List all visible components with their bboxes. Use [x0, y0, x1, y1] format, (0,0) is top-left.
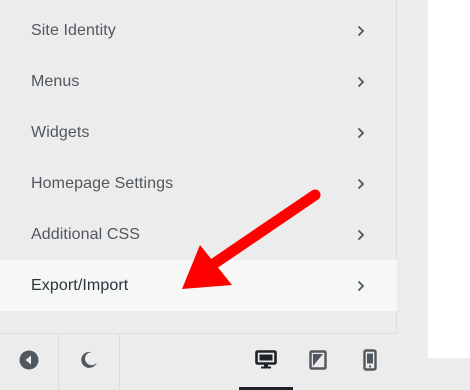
dark-mode-button[interactable] — [59, 334, 120, 390]
menu-item-menus[interactable]: Menus — [0, 56, 397, 107]
desktop-preview-button[interactable] — [239, 334, 293, 390]
menu-item-site-identity[interactable]: Site Identity — [0, 5, 397, 56]
customizer-panel: Site Identity Menus Widgets Homepage Set… — [0, 0, 397, 390]
desktop-icon — [255, 350, 277, 375]
customizer-footer — [0, 333, 397, 390]
menu-item-homepage-settings[interactable]: Homepage Settings — [0, 158, 397, 209]
menu-item-label: Homepage Settings — [31, 174, 174, 192]
chevron-right-icon — [355, 125, 367, 141]
chevron-right-icon — [355, 74, 367, 90]
back-icon — [19, 350, 39, 375]
menu-item-label: Additional CSS — [31, 225, 141, 243]
chevron-right-icon — [355, 227, 367, 243]
back-button[interactable] — [0, 334, 59, 390]
menu-item-label: Site Identity — [31, 21, 116, 39]
chevron-right-icon — [355, 278, 367, 294]
chevron-right-icon — [355, 176, 367, 192]
menu-item-widgets[interactable]: Widgets — [0, 107, 397, 158]
tablet-preview-button[interactable] — [291, 334, 345, 390]
customizer-menu: Site Identity Menus Widgets Homepage Set… — [0, 5, 397, 311]
site-preview — [428, 0, 470, 358]
mobile-preview-button[interactable] — [343, 334, 397, 390]
chevron-right-icon — [355, 23, 367, 39]
dark-mode-icon — [79, 350, 99, 375]
menu-item-label: Menus — [31, 72, 80, 90]
tablet-icon — [309, 350, 327, 375]
preview-gutter — [397, 0, 428, 390]
menu-item-additional-css[interactable]: Additional CSS — [0, 209, 397, 260]
menu-item-export-import[interactable]: Export/Import — [0, 260, 397, 311]
menu-item-label: Export/Import — [31, 276, 129, 294]
mobile-icon — [363, 349, 377, 376]
menu-item-label: Widgets — [31, 123, 90, 141]
